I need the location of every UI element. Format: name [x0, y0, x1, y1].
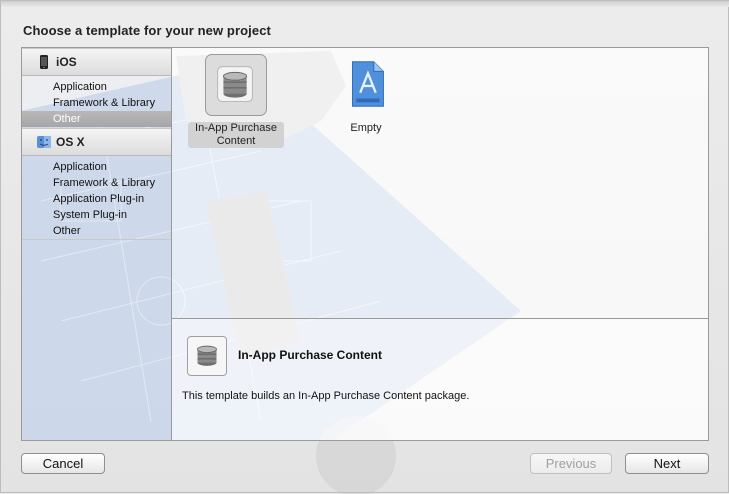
template-label-line2: Content [216, 135, 256, 147]
template-icon-frame [205, 54, 267, 116]
cancel-button[interactable]: Cancel [21, 453, 105, 474]
template-grid: In-App Purchase Content Empty [172, 48, 708, 318]
blank-document-icon [352, 61, 384, 107]
template-in-app-purchase-content[interactable]: In-App Purchase Content [172, 48, 300, 158]
sidebar-item-osx-other[interactable]: Other [22, 223, 171, 239]
template-icon-frame [336, 54, 398, 116]
sidebar-section-label: OS X [56, 135, 85, 149]
description-icon-frame [187, 336, 227, 376]
template-description-pane: In-App Purchase Content This template bu… [172, 318, 708, 440]
description-title: In-App Purchase Content [238, 348, 383, 362]
next-button[interactable]: Next [625, 453, 709, 474]
platform-sidebar: iOS Application Framework & Library Othe… [22, 48, 172, 440]
sidebar-section-osx[interactable]: OS X [22, 128, 171, 156]
coin-stack-icon [217, 66, 253, 102]
coin-stack-icon [197, 345, 217, 366]
sidebar-item-ios-framework-library[interactable]: Framework & Library [22, 95, 171, 111]
new-project-sheet: Choose a template for your new project i… [0, 0, 729, 494]
finder-icon [37, 136, 51, 148]
sheet-top-edge [1, 1, 729, 7]
template-label-line1: In-App Purchase [195, 122, 277, 134]
sidebar-item-osx-application[interactable]: Application [22, 159, 171, 175]
sidebar-item-osx-application-plugin[interactable]: Application Plug-in [22, 191, 171, 207]
previous-button[interactable]: Previous [530, 453, 612, 474]
sidebar-item-ios-application[interactable]: Application [22, 79, 171, 95]
template-label: Empty [350, 122, 382, 134]
dialog-title: Choose a template for your new project [23, 23, 271, 38]
sidebar-section-label: iOS [56, 55, 77, 69]
sidebar-section-ios[interactable]: iOS [22, 48, 171, 76]
description-text: This template builds an In-App Purchase … [182, 390, 470, 402]
sidebar-item-ios-other[interactable]: Other [22, 111, 171, 127]
iphone-icon [40, 55, 48, 69]
sidebar-divider [22, 239, 171, 240]
template-label: In-App Purchase Content [188, 122, 284, 148]
sidebar-item-osx-system-plugin[interactable]: System Plug-in [22, 207, 171, 223]
sidebar-item-osx-framework-library[interactable]: Framework & Library [22, 175, 171, 191]
template-empty[interactable]: Empty [332, 48, 400, 158]
